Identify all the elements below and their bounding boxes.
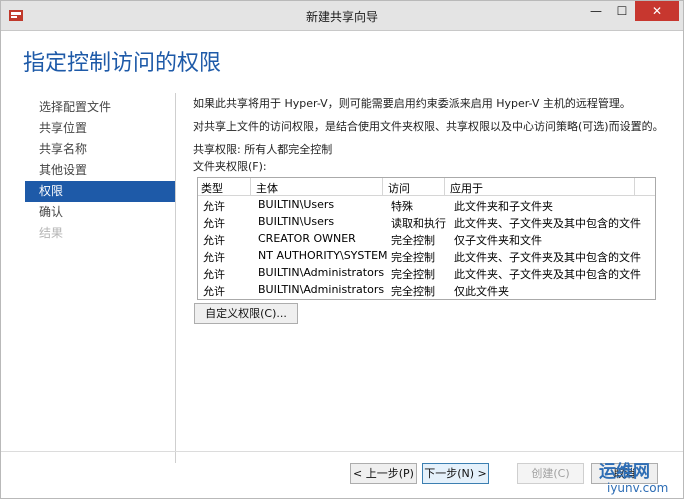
table-row[interactable]: 允许 BUILTIN\Administrators 完全控制 此文件夹、子文件夹… xyxy=(198,264,655,281)
share-permissions-text: 共享权限: 所有人都完全控制 xyxy=(193,143,333,156)
wizard-steps: 选择配置文件 共享位置 共享名称 其他设置 权限 确认 结果 xyxy=(25,97,175,244)
column-header-access[interactable]: 访问 xyxy=(388,180,410,196)
table-row[interactable]: 允许 NT AUTHORITY\SYSTEM 完全控制 此文件夹、子文件夹及其中… xyxy=(198,247,655,264)
cell-access: 读取和执行 xyxy=(391,217,446,230)
cell-principal: BUILTIN\Users xyxy=(258,198,335,211)
previous-button[interactable]: < 上一步(P) xyxy=(350,463,417,484)
table-header: 类型 主体 访问 应用于 xyxy=(198,178,655,196)
cell-type: 允许 xyxy=(203,268,225,281)
cell-principal: CREATOR OWNER xyxy=(258,232,356,245)
cell-access: 完全控制 xyxy=(391,234,435,247)
cell-type: 允许 xyxy=(203,200,225,213)
window-controls: — ☐ ✕ xyxy=(583,1,679,21)
column-divider[interactable] xyxy=(444,178,445,195)
column-divider[interactable] xyxy=(250,178,251,195)
cell-applies-to: 此文件夹、子文件夹及其中包含的文件 xyxy=(454,251,641,264)
nav-item-share-name[interactable]: 共享名称 xyxy=(25,139,175,160)
next-button[interactable]: 下一步(N) > xyxy=(422,463,489,484)
cell-principal: NT AUTHORITY\SYSTEM xyxy=(258,249,388,262)
cell-principal: BUILTIN\Administrators xyxy=(258,266,385,279)
cell-access: 特殊 xyxy=(391,200,413,213)
wizard-window: 新建共享向导 — ☐ ✕ 指定控制访问的权限 选择配置文件 共享位置 共享名称 … xyxy=(0,0,684,499)
nav-item-share-location[interactable]: 共享位置 xyxy=(25,118,175,139)
intro-text: 如果此共享将用于 Hyper-V，则可能需要启用约束委派来启用 Hyper-V … xyxy=(193,97,631,110)
column-header-principal[interactable]: 主体 xyxy=(256,180,278,196)
watermark-logo-text: 运维网 xyxy=(599,462,650,482)
column-header-type[interactable]: 类型 xyxy=(201,180,223,196)
table-row[interactable]: 允许 BUILTIN\Administrators 完全控制 仅此文件夹 xyxy=(198,281,655,298)
close-icon[interactable]: ✕ xyxy=(635,1,679,21)
folder-permissions-label: 文件夹权限(F): xyxy=(193,160,267,173)
table-row[interactable]: 允许 BUILTIN\Users 特殊 此文件夹和子文件夹 xyxy=(198,196,655,213)
nav-item-other-settings[interactable]: 其他设置 xyxy=(25,160,175,181)
custom-permissions-button[interactable]: 自定义权限(C)... xyxy=(194,303,298,324)
cell-principal: BUILTIN\Administrators xyxy=(258,283,385,296)
cell-applies-to: 此文件夹和子文件夹 xyxy=(454,200,553,213)
page-title: 指定控制访问的权限 xyxy=(23,51,222,76)
window-title: 新建共享向导 xyxy=(305,10,378,24)
column-header-applies-to[interactable]: 应用于 xyxy=(450,180,483,196)
column-divider[interactable] xyxy=(634,178,635,195)
nav-item-select-profile[interactable]: 选择配置文件 xyxy=(25,97,175,118)
cell-type: 允许 xyxy=(203,251,225,264)
footer-divider xyxy=(1,451,683,452)
nav-item-permissions[interactable]: 权限 xyxy=(25,181,175,202)
table-row[interactable]: 允许 CREATOR OWNER 完全控制 仅子文件夹和文件 xyxy=(198,230,655,247)
minimize-icon[interactable]: — xyxy=(583,1,609,21)
table-row[interactable]: 允许 BUILTIN\Users 读取和执行 此文件夹、子文件夹及其中包含的文件 xyxy=(198,213,655,230)
description-text: 对共享上文件的访问权限，是结合使用文件夹权限、共享权限以及中心访问策略(可选)而… xyxy=(193,120,664,133)
cell-type: 允许 xyxy=(203,285,225,298)
maximize-icon[interactable]: ☐ xyxy=(609,1,635,21)
cell-access: 完全控制 xyxy=(391,268,435,281)
nav-item-confirm[interactable]: 确认 xyxy=(25,202,175,223)
column-divider[interactable] xyxy=(382,178,383,195)
watermark-url: iyunv.com xyxy=(607,481,669,495)
create-button: 创建(C) xyxy=(517,463,584,484)
nav-item-results: 结果 xyxy=(39,226,64,240)
cell-principal: BUILTIN\Users xyxy=(258,215,335,228)
cell-access: 完全控制 xyxy=(391,251,435,264)
cell-type: 允许 xyxy=(203,217,225,230)
title-bar: 新建共享向导 — ☐ ✕ xyxy=(1,1,683,31)
cell-applies-to: 此文件夹、子文件夹及其中包含的文件 xyxy=(454,217,641,230)
cell-applies-to: 此文件夹、子文件夹及其中包含的文件 xyxy=(454,268,641,281)
nav-divider xyxy=(175,93,176,463)
folder-permissions-table[interactable]: 类型 主体 访问 应用于 允许 BUILTIN\Users 特殊 此文件夹和子文… xyxy=(197,177,656,300)
cell-access: 完全控制 xyxy=(391,285,435,298)
cell-applies-to: 仅此文件夹 xyxy=(454,285,509,298)
cell-applies-to: 仅子文件夹和文件 xyxy=(454,234,542,247)
cell-type: 允许 xyxy=(203,234,225,247)
